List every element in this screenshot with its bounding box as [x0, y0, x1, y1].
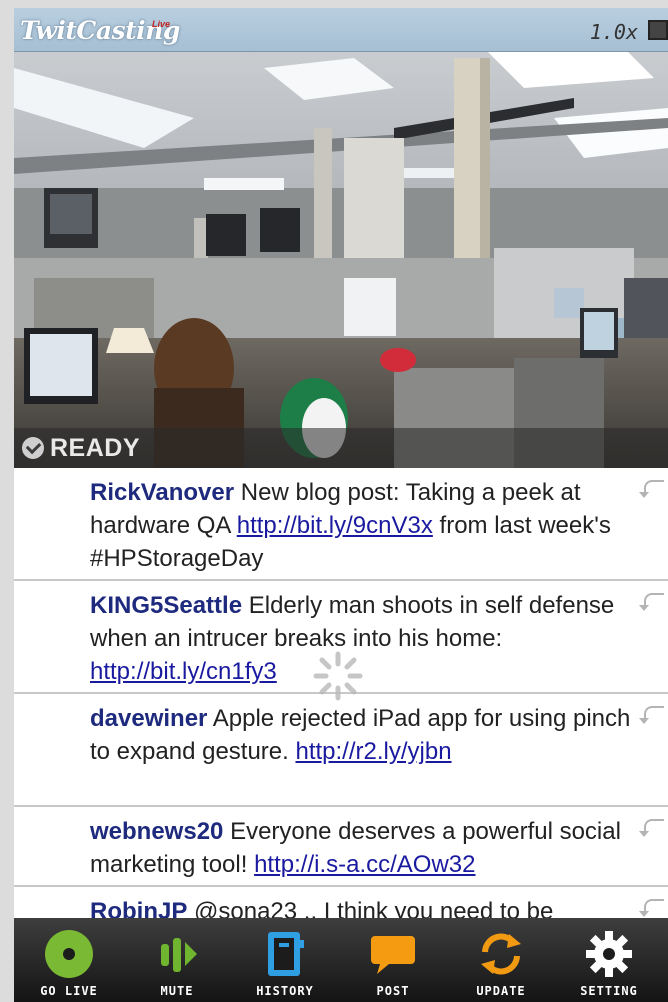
tweet-row[interactable]: davewiner Apple rejected iPad app for us… — [14, 694, 668, 807]
tweet-username[interactable]: RobinJP — [90, 898, 187, 918]
update-arrows-icon — [481, 933, 521, 975]
tweet-text: KING5Seattle Elderly man shoots in self … — [90, 589, 646, 688]
bottom-tab-bar: GO LIVE MUTE HISTORY POST UPDATE SETTING — [14, 918, 668, 1002]
stop-square-icon[interactable] — [648, 20, 668, 40]
mute-icon — [161, 938, 197, 972]
status-bar: READY — [14, 428, 668, 468]
loading-spinner-icon — [313, 651, 363, 701]
tab-label: UPDATE — [476, 984, 526, 998]
retweet-icon[interactable] — [639, 593, 664, 611]
tweet-row[interactable]: RickVanover New blog post: Taking a peek… — [14, 468, 668, 581]
tweet-timeline[interactable]: RickVanover New blog post: Taking a peek… — [14, 468, 668, 918]
tweet-row[interactable]: RobinJP @sona23 .. I think you need to b… — [14, 887, 668, 918]
tweet-text: davewiner Apple rejected iPad app for us… — [90, 702, 646, 768]
tweet-link[interactable]: http://bit.ly/9cnV3x — [237, 512, 433, 539]
brand-bar: TwitCasting Live 1.0x — [14, 8, 668, 52]
tweet-link[interactable]: http://bit.ly/cn1fy3 — [90, 658, 277, 685]
status-label: READY — [50, 434, 141, 462]
tab-label: HISTORY — [256, 984, 314, 998]
app-window: TwitCasting Live 1.0x READY RickVanover … — [14, 8, 668, 1002]
tab-history[interactable]: HISTORY — [232, 918, 338, 1002]
tweet-username[interactable]: KING5Seattle — [90, 592, 242, 619]
retweet-icon[interactable] — [639, 706, 664, 724]
tweet-link[interactable]: http://r2.ly/yjbn — [295, 738, 451, 765]
zoom-level[interactable]: 1.0x — [590, 20, 638, 44]
post-bubble-icon — [371, 936, 415, 974]
tweet-text: RobinJP @sona23 .. I think you need to b… — [90, 895, 646, 918]
tab-setting[interactable]: SETTING — [556, 918, 662, 1002]
tweet-username[interactable]: RickVanover — [90, 479, 234, 506]
tab-label: POST — [376, 984, 410, 998]
tweet-link[interactable]: http://i.s-a.cc/AOw32 — [254, 851, 475, 878]
logo-live-mark: Live — [152, 19, 171, 29]
tab-label: SETTING — [580, 984, 638, 998]
tab-mute[interactable]: MUTE — [124, 918, 230, 1002]
tab-label: MUTE — [160, 984, 194, 998]
camera-preview[interactable]: TwitCasting Live 1.0x READY — [14, 8, 668, 468]
go-live-icon — [45, 930, 93, 978]
tab-update[interactable]: UPDATE — [448, 918, 554, 1002]
tweet-text: RickVanover New blog post: Taking a peek… — [90, 476, 646, 575]
history-icon — [268, 932, 304, 976]
gear-icon — [586, 931, 632, 977]
retweet-icon[interactable] — [639, 480, 664, 498]
tweet-body: @sona23 .. I think you need to be — [187, 898, 554, 918]
tab-post[interactable]: POST — [340, 918, 446, 1002]
tweet-username[interactable]: webnews20 — [90, 818, 223, 845]
tweet-username[interactable]: davewiner — [90, 705, 207, 732]
retweet-icon[interactable] — [639, 899, 664, 917]
retweet-icon[interactable] — [639, 819, 664, 837]
tab-label: GO LIVE — [40, 984, 98, 998]
check-circle-icon — [22, 437, 44, 459]
tweet-text: webnews20 Everyone deserves a powerful s… — [90, 815, 646, 881]
tab-go-live[interactable]: GO LIVE — [16, 918, 122, 1002]
tweet-row[interactable]: webnews20 Everyone deserves a powerful s… — [14, 807, 668, 887]
office-camera-image — [14, 8, 668, 468]
